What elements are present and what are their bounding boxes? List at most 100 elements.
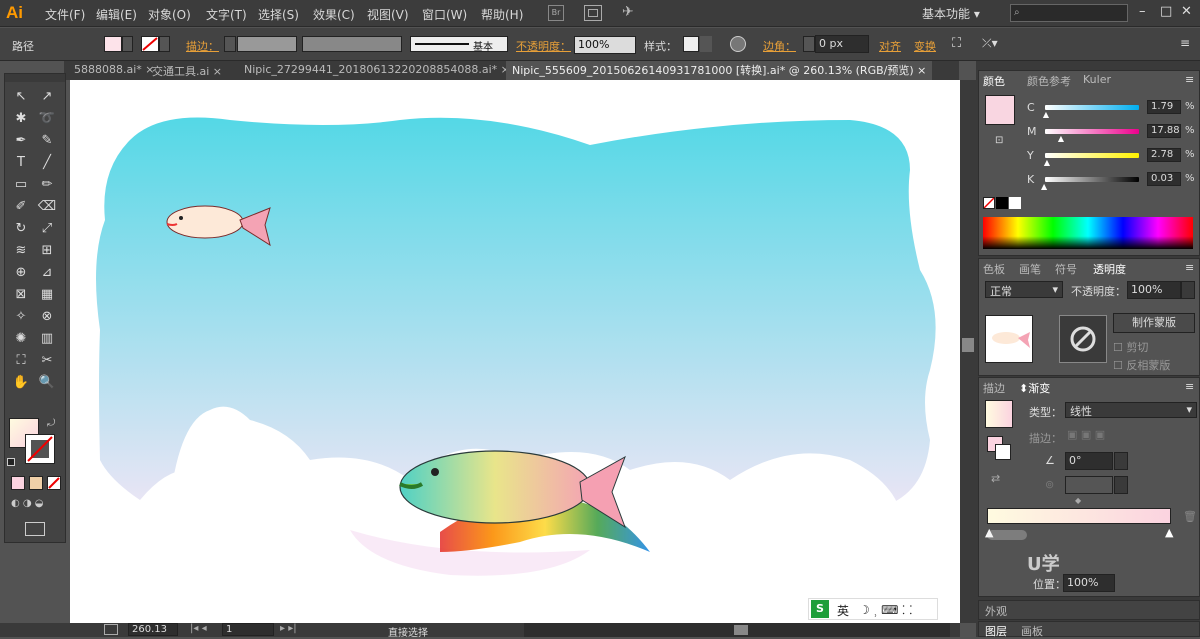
zoom-input[interactable]: 260.13 bbox=[128, 623, 178, 636]
stroke-color-swatch[interactable] bbox=[141, 36, 159, 52]
graph-tool-icon[interactable]: ▥ bbox=[37, 330, 57, 348]
variable-width-profile[interactable] bbox=[302, 36, 402, 52]
black-swatch[interactable] bbox=[996, 197, 1008, 209]
color-panel-menu-icon[interactable]: ≡ bbox=[1185, 73, 1194, 86]
tab-brushes[interactable]: 画笔 bbox=[1019, 261, 1041, 277]
menu-type[interactable]: 文字(T) bbox=[206, 6, 247, 23]
isolate-icon[interactable]: ⛶ bbox=[952, 36, 961, 51]
transform-panel-link[interactable]: 变换 bbox=[914, 38, 936, 54]
slice-tool-icon[interactable]: ✂ bbox=[37, 352, 57, 370]
line-tool-icon[interactable]: ╱ bbox=[37, 154, 57, 172]
channel-slider[interactable] bbox=[1045, 177, 1139, 182]
magic-wand-tool-icon[interactable]: ✱ bbox=[11, 110, 31, 128]
gradient-preview-swatch[interactable] bbox=[985, 400, 1013, 428]
artboard-tool-icon[interactable]: ⛶ bbox=[11, 352, 31, 370]
opacity-input[interactable]: 100% bbox=[574, 36, 636, 54]
channel-slider-handle[interactable]: ▲ bbox=[1044, 158, 1050, 167]
menu-window[interactable]: 窗口(W) bbox=[422, 6, 467, 23]
gradient-midpoint[interactable]: ◆ bbox=[1075, 496, 1081, 505]
share-icon[interactable] bbox=[104, 624, 118, 635]
stroke-weight-label[interactable]: 描边： bbox=[186, 38, 219, 54]
tab-appearance[interactable]: 外观 bbox=[985, 603, 1007, 619]
fill-dropdown[interactable] bbox=[122, 36, 133, 52]
direct-selection-tool-icon[interactable]: ↗ bbox=[37, 88, 57, 106]
white-swatch[interactable] bbox=[1009, 197, 1021, 209]
gradient-mode-icon[interactable] bbox=[29, 476, 43, 490]
free-transform-tool-icon[interactable]: ⊞ bbox=[37, 242, 57, 260]
artboard-nav-last[interactable]: ▸ ▸| bbox=[280, 623, 297, 634]
gradient-stroke-swatch[interactable] bbox=[995, 444, 1011, 460]
current-color-swatch[interactable] bbox=[985, 95, 1015, 125]
rotate-tool-icon[interactable]: ↻ bbox=[11, 220, 31, 238]
symbol-sprayer-tool-icon[interactable]: ✺ bbox=[11, 330, 31, 348]
tab-swatches[interactable]: 色板 bbox=[983, 261, 1005, 277]
menu-effect[interactable]: 效果(C) bbox=[313, 6, 355, 23]
gradient-slider-bar[interactable] bbox=[987, 508, 1171, 524]
appearance-panel[interactable]: 外观 bbox=[978, 600, 1200, 620]
curvature-tool-icon[interactable]: ✎ bbox=[37, 132, 57, 150]
tab-transparency[interactable]: 透明度 bbox=[1093, 261, 1126, 277]
graphic-style-dropdown[interactable] bbox=[700, 36, 712, 52]
reverse-gradient-icon[interactable]: ⇄ bbox=[991, 472, 1000, 485]
none-mode-icon[interactable] bbox=[47, 476, 61, 490]
tab-close-icon[interactable]: × bbox=[213, 65, 222, 78]
color-mode-icon[interactable] bbox=[11, 476, 25, 490]
default-colors-icon[interactable] bbox=[7, 458, 15, 466]
artboard-canvas[interactable]: S 英 ☽ ⸒ ⌨ ⸬ bbox=[70, 80, 960, 623]
opacity-label[interactable]: 不透明度： bbox=[516, 38, 571, 54]
channel-slider-handle[interactable]: ▲ bbox=[1041, 182, 1047, 191]
minimize-button[interactable]: – bbox=[1139, 4, 1146, 19]
corner-radius-input[interactable]: 0 px bbox=[815, 35, 869, 53]
shape-builder-tool-icon[interactable]: ⊕ bbox=[11, 264, 31, 282]
stroke-gradient-options[interactable]: ▣ ▣ ▣ bbox=[1067, 428, 1127, 444]
make-mask-button[interactable]: 制作蒙版 bbox=[1113, 313, 1195, 333]
channel-slider-handle[interactable]: ▲ bbox=[1058, 134, 1064, 143]
stroke-weight-stepper[interactable] bbox=[224, 36, 236, 52]
clip-checkbox[interactable]: ☐ 剪切 bbox=[1113, 339, 1148, 355]
gradient-stop-end[interactable]: ▲ bbox=[1165, 526, 1173, 539]
transparency-opacity-input[interactable]: 100% bbox=[1127, 281, 1181, 299]
brush-definition[interactable]: 基本 bbox=[410, 36, 508, 53]
maximize-button[interactable]: □ bbox=[1160, 4, 1172, 19]
swap-fill-stroke-icon[interactable]: ⤾ bbox=[47, 418, 55, 429]
arrange-documents-icon[interactable] bbox=[584, 5, 602, 21]
vertical-scrollbar[interactable] bbox=[960, 80, 976, 623]
ime-toolbar[interactable]: S 英 ☽ ⸒ ⌨ ⸬ bbox=[808, 598, 938, 620]
screen-mode-icon[interactable] bbox=[25, 522, 45, 536]
workspace-switcher[interactable]: 基本功能 ▾ bbox=[922, 5, 980, 22]
menu-file[interactable]: 文件(F) bbox=[45, 6, 85, 23]
stroke-dropdown[interactable] bbox=[159, 36, 170, 52]
rectangle-tool-icon[interactable]: ▭ bbox=[11, 176, 31, 194]
lasso-tool-icon[interactable]: ➰ bbox=[37, 110, 57, 128]
artboard-number-input[interactable]: 1 bbox=[222, 623, 274, 636]
menu-object[interactable]: 对象(O) bbox=[148, 6, 191, 23]
tab-doc-2[interactable]: 交通工具.ai × bbox=[152, 63, 222, 79]
envelope-icon[interactable]: ⤫▾ bbox=[982, 36, 998, 51]
paintbrush-tool-icon[interactable]: ✏ bbox=[37, 176, 57, 194]
tab-doc-1[interactable]: 5888088.ai* × bbox=[74, 63, 155, 76]
gradient-tool-icon[interactable]: ▦ bbox=[37, 286, 57, 304]
scroll-thumb[interactable] bbox=[962, 338, 974, 352]
channel-slider[interactable] bbox=[1045, 105, 1139, 110]
warp-tool-icon[interactable]: ≋ bbox=[11, 242, 31, 260]
blend-tool-icon[interactable]: ⊗ bbox=[37, 308, 57, 326]
invert-mask-checkbox[interactable]: ☐ 反相蒙版 bbox=[1113, 357, 1170, 373]
recolor-artwork-icon[interactable] bbox=[730, 36, 746, 52]
tab-symbols[interactable]: 符号 bbox=[1055, 261, 1077, 277]
perspective-tool-icon[interactable]: ⊿ bbox=[37, 264, 57, 282]
eyedropper-tool-icon[interactable]: ✧ bbox=[11, 308, 31, 326]
mesh-tool-icon[interactable]: ⊠ bbox=[11, 286, 31, 304]
type-tool-icon[interactable]: T bbox=[11, 154, 31, 172]
fill-color-swatch[interactable] bbox=[104, 36, 122, 52]
pen-tool-icon[interactable]: ✒ bbox=[11, 132, 31, 150]
menu-edit[interactable]: 编辑(E) bbox=[96, 6, 137, 23]
tab-gradient[interactable]: ⬍渐变 bbox=[1019, 380, 1050, 396]
tab-doc-active[interactable]: Nipic_555609_20150626140931781000 [转换].a… bbox=[506, 61, 933, 80]
gradient-angle-input[interactable]: 0° bbox=[1065, 452, 1113, 470]
selection-tool-icon[interactable]: ↖ bbox=[11, 88, 31, 106]
color-spectrum[interactable] bbox=[983, 217, 1193, 249]
tab-stroke[interactable]: 描边 bbox=[983, 380, 1005, 396]
hscroll-thumb[interactable] bbox=[734, 625, 748, 635]
artboard-nav-first[interactable]: |◂ ◂ bbox=[190, 623, 207, 634]
aspect-ratio-input[interactable] bbox=[1065, 476, 1113, 494]
